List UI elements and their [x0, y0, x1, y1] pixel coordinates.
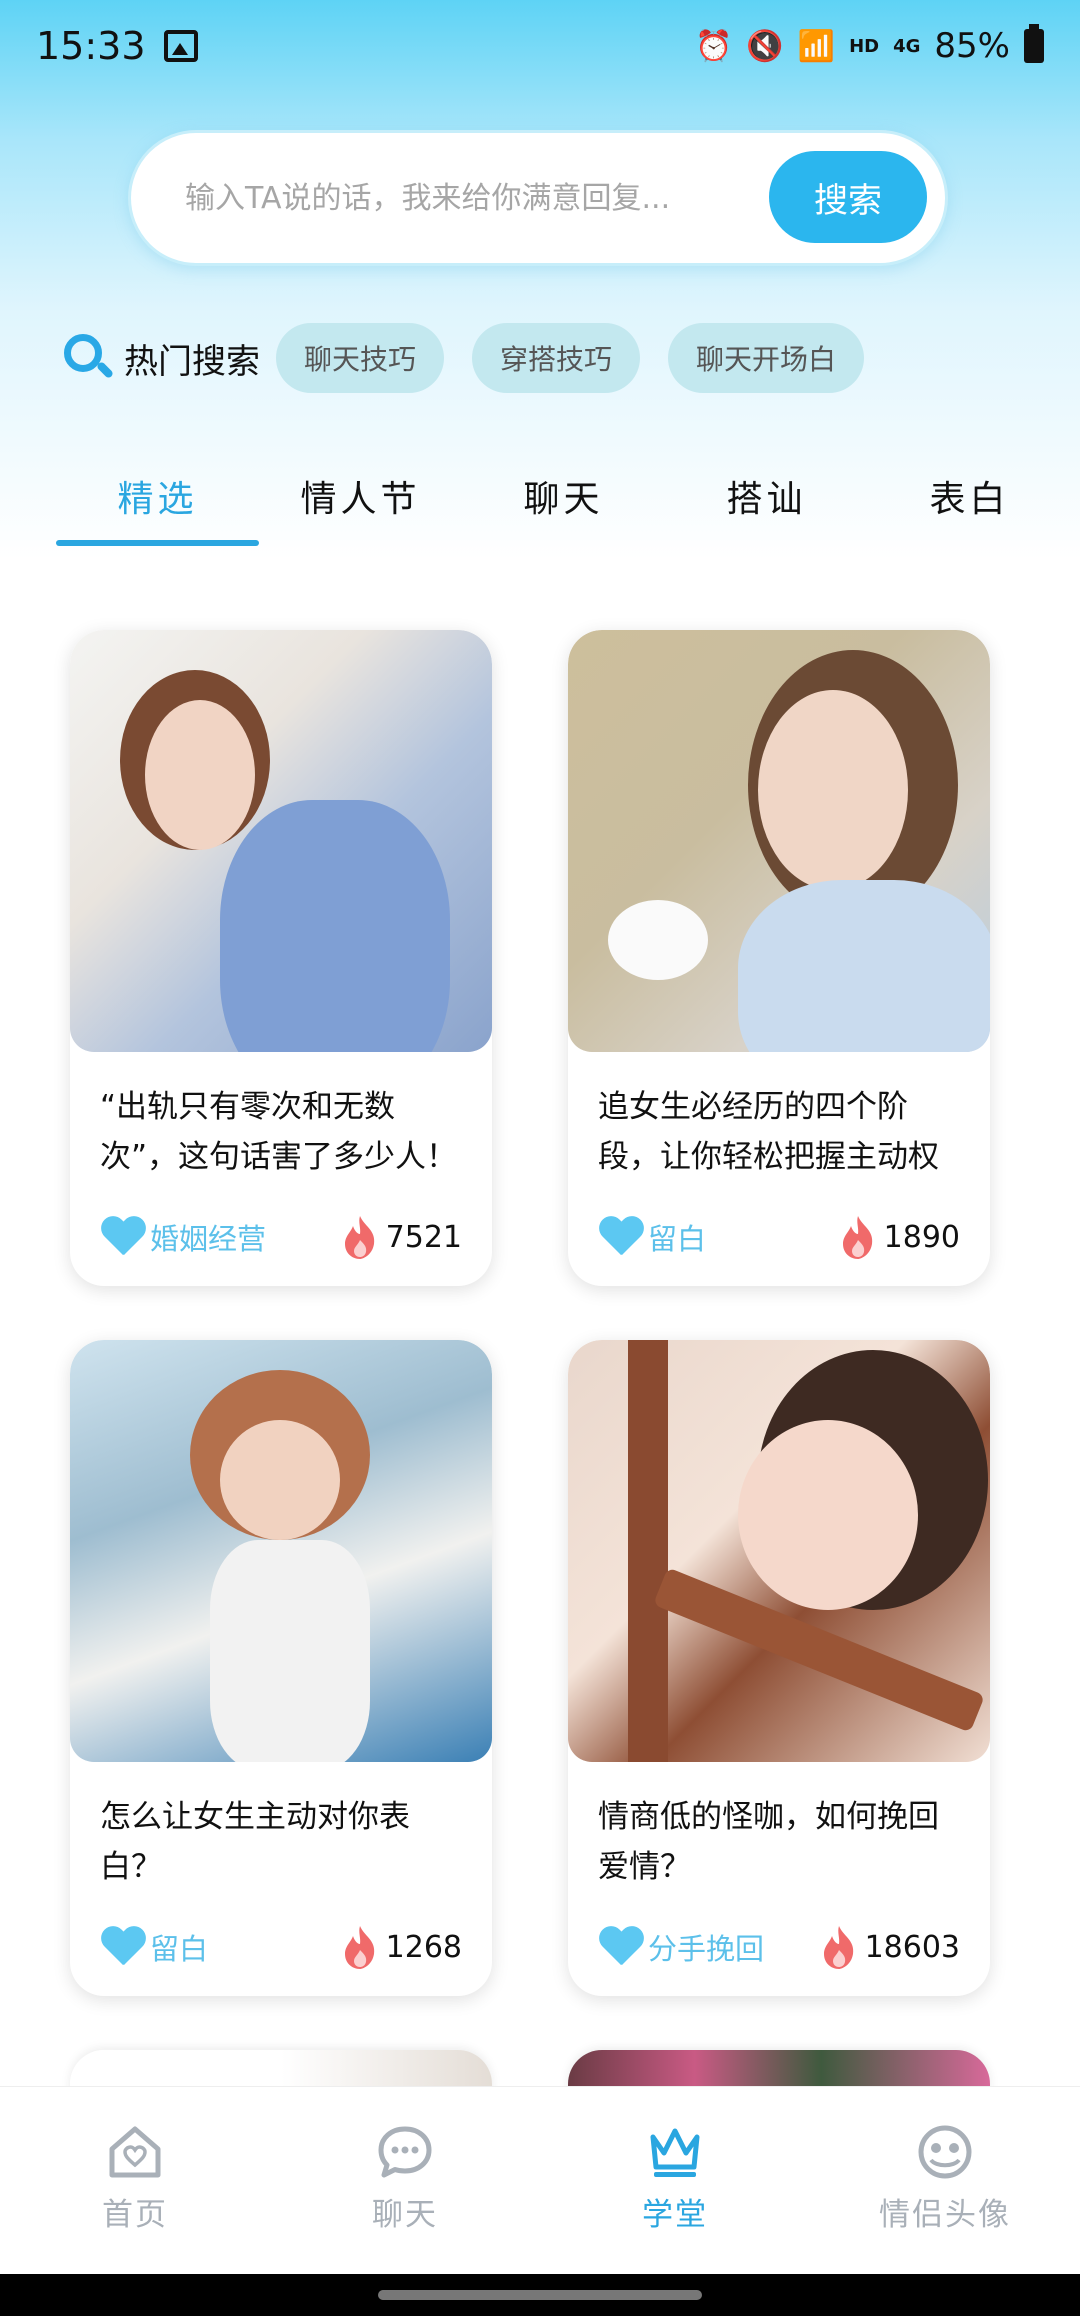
article-tag-label: 留白 — [648, 1222, 707, 1256]
tab-pickup[interactable]: 搭讪 — [665, 470, 868, 522]
nav-home[interactable]: 首页 — [0, 2087, 270, 2274]
hot-count: 1268 — [385, 1929, 462, 1965]
crown-icon — [650, 2128, 700, 2177]
article-title: 怎么让女生主动对你表白？ — [100, 1799, 410, 1885]
home-icon — [109, 2126, 161, 2178]
hot-tag-outfit-skills[interactable]: 穿搭技巧 — [472, 323, 641, 393]
heart-icon — [598, 1927, 644, 1967]
tab-featured[interactable]: 精选 — [56, 470, 259, 522]
search-bar: 搜索 — [128, 130, 948, 266]
network-indicator: 4G — [893, 35, 921, 57]
article-image — [568, 630, 990, 1052]
article-card[interactable]: “出轨只有零次和无数次”，这句话害了多少人！ 婚姻经营 7521 — [70, 630, 492, 1286]
nav-chat-label: 聊天 — [372, 2197, 438, 2233]
tab-valentines[interactable]: 情人节 — [259, 470, 462, 522]
wifi-icon: 📶 — [797, 28, 836, 64]
heart-icon — [598, 1217, 644, 1257]
article-tag-label: 分手挽回 — [648, 1932, 765, 1966]
article-title: 追女生必经历的四个阶段，让你轻松把握主动权 — [598, 1089, 939, 1175]
hot-search-label: 热门搜索 — [124, 341, 260, 382]
avatar-icon — [918, 2125, 972, 2179]
nav-chat[interactable]: 聊天 — [270, 2087, 540, 2274]
hot-tag-opening-lines[interactable]: 聊天开场白 — [668, 323, 865, 393]
article-card[interactable]: 追女生必经历的四个阶段，让你轻松把握主动权 留白 1890 — [568, 630, 990, 1286]
category-tabs: 精选 情人节 聊天 搭讪 表白 — [56, 470, 1080, 546]
fire-icon — [344, 1216, 374, 1259]
hot-tag-chat-skills[interactable]: 聊天技巧 — [276, 323, 445, 393]
article-tag[interactable]: 婚姻经营 — [100, 1216, 266, 1258]
nav-couple-avatar[interactable]: 情侣头像 — [810, 2087, 1080, 2274]
fire-icon — [823, 1926, 853, 1969]
home-indicator[interactable] — [378, 2290, 702, 2300]
hot-search-row: 热门搜索 聊天技巧 穿搭技巧 聊天开场白 — [62, 322, 892, 394]
gallery-notification-icon — [163, 30, 198, 62]
article-tag[interactable]: 分手挽回 — [598, 1926, 764, 1968]
search-input[interactable] — [185, 180, 725, 216]
article-image — [70, 1340, 492, 1762]
nav-academy[interactable]: 学堂 — [540, 2087, 810, 2274]
article-title: 情商低的怪咖，如何挽回爱情？ — [598, 1799, 939, 1885]
article-title: “出轨只有零次和无数次”，这句话害了多少人！ — [100, 1089, 458, 1175]
heart-icon — [100, 1217, 146, 1257]
nav-couple-avatar-label: 情侣头像 — [879, 2197, 1011, 2233]
article-hot-count: 7521 — [342, 1214, 462, 1260]
mute-icon: 🔇 — [746, 28, 784, 64]
tab-indicator — [56, 540, 259, 546]
chat-icon — [378, 2126, 432, 2178]
hot-count: 1890 — [883, 1219, 960, 1255]
status-icons: ⏰ 🔇 📶 HD 4G 85% — [695, 24, 1044, 66]
battery-icon — [1024, 24, 1044, 63]
article-image — [70, 630, 492, 1052]
fire-icon — [344, 1926, 374, 1969]
hd-indicator: HD — [849, 35, 880, 57]
hot-count: 7521 — [385, 1219, 462, 1255]
battery-percent: 85% — [934, 26, 1010, 66]
article-tag-label: 婚姻经营 — [150, 1222, 267, 1256]
search-button[interactable]: 搜索 — [769, 151, 927, 243]
article-card[interactable]: 情商低的怪咖，如何挽回爱情？ 分手挽回 18603 — [568, 1340, 990, 1996]
article-hot-count: 1268 — [342, 1924, 462, 1970]
status-bar: 15:33 ⏰ 🔇 📶 HD 4G 85% — [0, 0, 1080, 92]
article-tag-label: 留白 — [150, 1932, 209, 1966]
hot-count: 18603 — [864, 1929, 960, 1965]
article-tag[interactable]: 留白 — [598, 1216, 706, 1258]
search-icon — [62, 332, 115, 384]
nav-academy-label: 学堂 — [642, 2197, 708, 2233]
status-time: 15:33 — [36, 24, 146, 68]
article-hot-count: 1890 — [840, 1214, 960, 1260]
article-image — [568, 1340, 990, 1762]
fire-icon — [842, 1216, 872, 1259]
nav-home-label: 首页 — [102, 2197, 168, 2233]
article-card[interactable]: 怎么让女生主动对你表白？ 留白 1268 — [70, 1340, 492, 1996]
tab-confession[interactable]: 表白 — [868, 470, 1071, 522]
tab-chat[interactable]: 聊天 — [462, 470, 665, 522]
heart-icon — [100, 1927, 146, 1967]
article-tag[interactable]: 留白 — [100, 1926, 208, 1968]
alarm-icon: ⏰ — [695, 28, 733, 64]
bottom-navigation: 首页 聊天 学堂 情侣头像 — [0, 2086, 1080, 2274]
article-hot-count: 18603 — [821, 1924, 960, 1970]
